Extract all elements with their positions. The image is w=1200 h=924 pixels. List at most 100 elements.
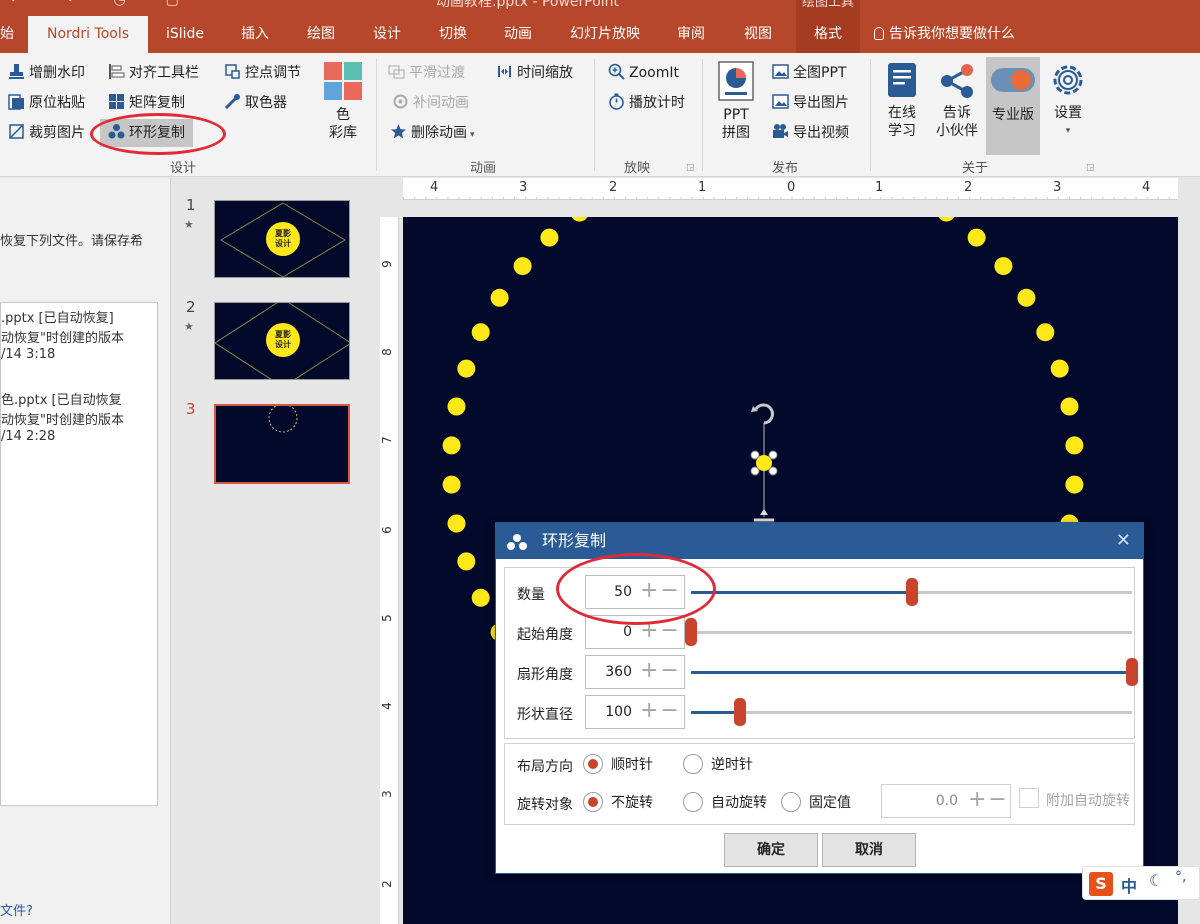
slide-thumbnail-1[interactable]: 夏影 设计 — [214, 200, 350, 278]
ribbon: 增删水印 对齐工具栏 控点调节 原位粘贴 矩阵复制 取色器 裁剪图片 环形复制 … — [0, 53, 1200, 177]
slide-thumbnail-2[interactable]: 夏影 设计 — [214, 302, 350, 380]
group-separator — [376, 59, 377, 171]
dialog-titlebar[interactable]: 环形复制 ✕ — [496, 523, 1143, 559]
plus-minus-icon[interactable]: +− — [640, 696, 681, 728]
tab-insert[interactable]: 插入 — [230, 16, 280, 53]
ring-dot — [471, 323, 490, 342]
tab-format[interactable]: 格式 — [796, 16, 860, 53]
ime-language[interactable]: 中 — [1121, 873, 1137, 897]
control-points-icon — [225, 64, 240, 79]
slider-thumb[interactable] — [685, 618, 697, 646]
attach-auto-rotation-checkbox[interactable] — [1019, 788, 1039, 808]
start-angle-slider[interactable] — [685, 618, 1132, 646]
export-image-button[interactable]: 导出图片 — [772, 91, 849, 115]
ring-dot — [442, 436, 461, 455]
sector-angle-value[interactable]: 360 — [586, 656, 632, 688]
no-rotation-radio[interactable]: 不旋转 — [583, 792, 653, 814]
dialog-title: 环形复制 — [542, 531, 607, 550]
align-toolbar-button[interactable]: 对齐工具栏 — [108, 61, 199, 85]
shape-diameter-value[interactable]: 100 — [586, 696, 632, 728]
ring-dot — [1060, 397, 1079, 416]
tell-me-label: 告诉我你想要做什么 — [889, 26, 1015, 42]
sector-angle-slider[interactable] — [691, 658, 1138, 686]
close-icon[interactable]: ✕ — [1116, 523, 1131, 559]
ribbon-tabs: 始 Nordri Tools iSlide 插入 绘图 设计 切换 动画 幻灯片… — [0, 16, 1200, 53]
slide-thumbnail-3[interactable] — [214, 404, 350, 484]
fixed-value-radio[interactable]: 固定值 — [781, 792, 851, 814]
dialog-launcher-icon[interactable]: ◲ — [1086, 163, 1095, 173]
crop-image-button[interactable]: 裁剪图片 — [8, 121, 85, 145]
full-ppt-button[interactable]: 全图PPT — [772, 61, 846, 85]
tab-draw[interactable]: 绘图 — [296, 16, 346, 53]
recovery-file-name[interactable]: .pptx [已自动恢复] — [1, 307, 114, 326]
time-scale-button[interactable]: 时间缩放 — [496, 61, 573, 85]
tween-animation-button[interactable]: 补间动画 — [392, 91, 469, 115]
moon-icon[interactable]: ☾ — [1149, 871, 1163, 890]
logo-text: 设计 — [275, 340, 291, 349]
paste-in-place-button[interactable]: 原位粘贴 — [8, 91, 85, 115]
tab-animations[interactable]: 动画 — [493, 16, 543, 53]
shape-diameter-slider[interactable] — [691, 698, 1132, 726]
plus-minus-icon[interactable]: +− — [640, 656, 681, 688]
count-slider[interactable] — [691, 578, 1132, 606]
ppt-collage-button[interactable]: PPT 拼图 — [712, 61, 760, 142]
selected-shape[interactable] — [734, 397, 794, 527]
counterclockwise-label: 逆时针 — [711, 757, 753, 773]
tab-view[interactable]: 视图 — [732, 16, 784, 53]
slider-thumb[interactable] — [905, 578, 918, 606]
settings-button[interactable]: 设置 ▾ — [1044, 61, 1092, 140]
dialog-launcher-icon[interactable]: ◲ — [686, 163, 695, 173]
auto-rotation-radio[interactable]: 自动旋转 — [683, 792, 767, 814]
punctuation-icon[interactable]: °, — [1175, 869, 1186, 885]
tell-friends-button[interactable]: 告诉 小伙伴 — [932, 61, 982, 140]
recovery-message: 恢复下列文件。请保存希 — [0, 234, 144, 249]
recovery-file-name[interactable]: 色.pptx [已自动恢复 — [1, 389, 122, 408]
share-icon — [941, 64, 973, 98]
sogou-logo-icon: S — [1089, 872, 1113, 896]
color-library-button[interactable]: 色 彩库 — [320, 61, 366, 142]
tell-me-search[interactable]: 告诉我你想要做什么 — [874, 16, 1015, 53]
toggle-icon — [991, 68, 1035, 92]
tab-islide[interactable]: iSlide — [157, 16, 213, 53]
zoom-icon — [608, 63, 625, 80]
smooth-transition-button[interactable]: 平滑过渡 — [388, 61, 465, 85]
tab-review[interactable]: 审阅 — [666, 16, 716, 53]
grid-icon — [109, 94, 124, 109]
stamp-icon — [9, 64, 24, 79]
tab-nordri-tools[interactable]: Nordri Tools — [28, 16, 148, 53]
tab-design[interactable]: 设计 — [362, 16, 412, 53]
ring-dot — [457, 359, 476, 378]
plus-minus-icon[interactable]: +− — [968, 785, 1009, 817]
ok-button[interactable]: 确定 — [724, 833, 818, 867]
fixed-value-input[interactable]: 0.0 — [882, 785, 958, 817]
recovery-file-list[interactable]: .pptx [已自动恢复] 动恢复"时创建的版本 /14 3:18 色.pptx… — [0, 302, 158, 806]
sector-angle-stepper[interactable]: 360 +− — [585, 655, 685, 689]
shape-diameter-stepper[interactable]: 100 +− — [585, 695, 685, 729]
pro-version-button[interactable]: 专业版 — [986, 57, 1040, 155]
fixed-value-stepper[interactable]: 0.0 +− — [881, 784, 1011, 818]
online-learning-button[interactable]: 在线 学习 — [880, 61, 924, 140]
control-points-button[interactable]: 控点调节 — [224, 61, 301, 85]
cancel-button[interactable]: 取消 — [822, 833, 916, 867]
color-picker-button[interactable]: 取色器 — [224, 91, 287, 115]
tab-slideshow[interactable]: 幻灯片放映 — [560, 16, 650, 53]
recovery-help-link[interactable]: 文件? — [0, 900, 33, 919]
clockwise-radio[interactable]: 顺时针 — [583, 754, 653, 776]
delete-animation-button[interactable]: 删除动画 ▾ — [390, 121, 475, 145]
tab-home[interactable]: 始 — [0, 16, 14, 53]
watermark-button[interactable]: 增删水印 — [8, 61, 85, 85]
zoomit-button[interactable]: ZoomIt — [608, 61, 679, 85]
ime-toolbar[interactable]: S 中 ☾ °, — [1082, 866, 1200, 900]
slider-thumb[interactable] — [733, 698, 746, 726]
fixed-value-label: 固定值 — [809, 795, 851, 811]
play-timer-button[interactable]: 播放计时 — [608, 91, 685, 115]
tab-transitions[interactable]: 切换 — [428, 16, 478, 53]
matrix-copy-button[interactable]: 矩阵复制 — [108, 91, 185, 115]
clockwise-label: 顺时针 — [611, 757, 653, 773]
quick-access-icons[interactable]: ↶↷◷▢ — [10, 0, 219, 8]
export-video-button[interactable]: 导出视频 — [772, 121, 849, 145]
group-label-publish: 发布 — [772, 161, 799, 176]
counterclockwise-radio[interactable]: 逆时针 — [683, 754, 753, 776]
logo-badge: 夏影 设计 — [266, 222, 300, 256]
slider-thumb[interactable] — [1126, 658, 1138, 686]
